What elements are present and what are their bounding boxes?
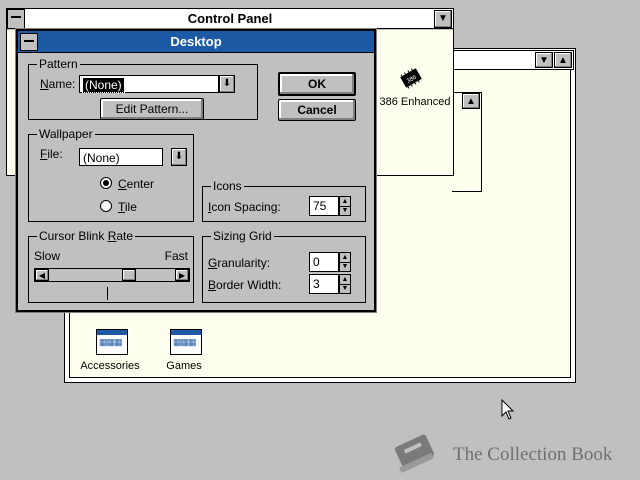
cancel-button[interactable]: Cancel (278, 99, 356, 121)
minimize-button[interactable]: ▼ (535, 52, 553, 68)
wallpaper-file-select[interactable]: (None) (79, 148, 163, 166)
granularity-spinner[interactable]: ▲ ▼ (339, 252, 351, 272)
dialog-titlebar: Desktop (18, 31, 374, 53)
border-width-input[interactable]: 3 (309, 274, 339, 294)
maximize-button[interactable]: ▲ (554, 52, 572, 68)
blink-right-arrow-icon[interactable]: ▶ (175, 269, 189, 281)
blink-slow-label: Slow (34, 249, 61, 263)
pattern-dropdown-arrow-icon[interactable]: ⬇ (219, 75, 235, 93)
scroll-up-button[interactable]: ▲ (462, 93, 480, 109)
tile-radio-label: Tile (118, 200, 137, 214)
wallpaper-group: Wallpaper File: (None) ⬇ Center Tile (28, 127, 194, 222)
group-window-titlebar: ▼ ▲ (452, 50, 574, 70)
blink-rate-scrollbar[interactable]: ◀ ▶ (34, 268, 190, 282)
chip-386-label: 386 Enhanced (379, 96, 451, 108)
mouse-pointer-icon (501, 398, 515, 421)
control-panel-minimize-button[interactable]: ▼ (434, 10, 452, 28)
control-panel-system-menu-icon[interactable] (7, 9, 25, 29)
wallpaper-group-label: Wallpaper (37, 127, 95, 141)
icon-spacing-input[interactable]: 75 (309, 196, 339, 216)
control-panel-titlebar: Control Panel (7, 9, 453, 29)
border-width-label: Border Width: (208, 278, 282, 292)
watermark-text: The Collection Book (453, 444, 613, 465)
icons-group-label: Icons (211, 179, 244, 193)
dialog-system-menu-icon[interactable] (20, 33, 38, 51)
pattern-name-label: Name: (40, 77, 76, 91)
sizing-grid-group: Sizing Grid Granularity: 0 ▲ ▼ Border Wid… (202, 229, 366, 303)
chip-386-icon[interactable]: 386 (399, 66, 423, 90)
accessories-icon[interactable] (96, 329, 128, 355)
center-radio-label: Center (118, 177, 155, 191)
pattern-name-select[interactable]: (None) (79, 75, 219, 93)
accessories-label: Accessories (80, 360, 140, 372)
desktop-dialog: Desktop Pattern Name: (None) ⬇ Edit Patt… (15, 28, 377, 313)
pattern-group-label: Pattern (37, 57, 80, 71)
pattern-group: Pattern Name: (None) ⬇ Edit Pattern... (28, 57, 258, 120)
blink-cursor-preview (107, 287, 108, 300)
center-radio[interactable] (100, 177, 112, 189)
tile-radio[interactable] (100, 200, 112, 212)
book-logo-icon (388, 430, 440, 476)
ok-button[interactable]: OK (278, 72, 356, 96)
games-label: Games (166, 360, 202, 372)
icon-spacing-label: Icon Spacing: (208, 200, 281, 214)
granularity-input[interactable]: 0 (309, 252, 339, 272)
sizing-grid-group-label: Sizing Grid (211, 229, 274, 243)
blink-rate-thumb[interactable] (122, 269, 136, 281)
wallpaper-dropdown-arrow-icon[interactable]: ⬇ (171, 148, 187, 166)
cursor-blink-group: Cursor Blink Rate Slow Fast ◀ ▶ (28, 229, 194, 303)
cursor-blink-group-label: Cursor Blink Rate (37, 229, 136, 243)
edit-pattern-button[interactable]: Edit Pattern... (100, 98, 204, 120)
border-width-spinner[interactable]: ▲ ▼ (339, 274, 351, 294)
blink-left-arrow-icon[interactable]: ◀ (35, 269, 49, 281)
games-icon[interactable] (170, 329, 202, 355)
wallpaper-file-label: File: (40, 147, 63, 161)
control-panel-title: Control Panel (187, 11, 273, 26)
granularity-label: Granularity: (208, 256, 271, 270)
dialog-title: Desktop (170, 34, 222, 49)
icon-spacing-spinner[interactable]: ▲ ▼ (339, 196, 351, 216)
blink-fast-label: Fast (164, 249, 188, 263)
icons-group: Icons Icon Spacing: 75 ▲ ▼ (202, 179, 366, 222)
